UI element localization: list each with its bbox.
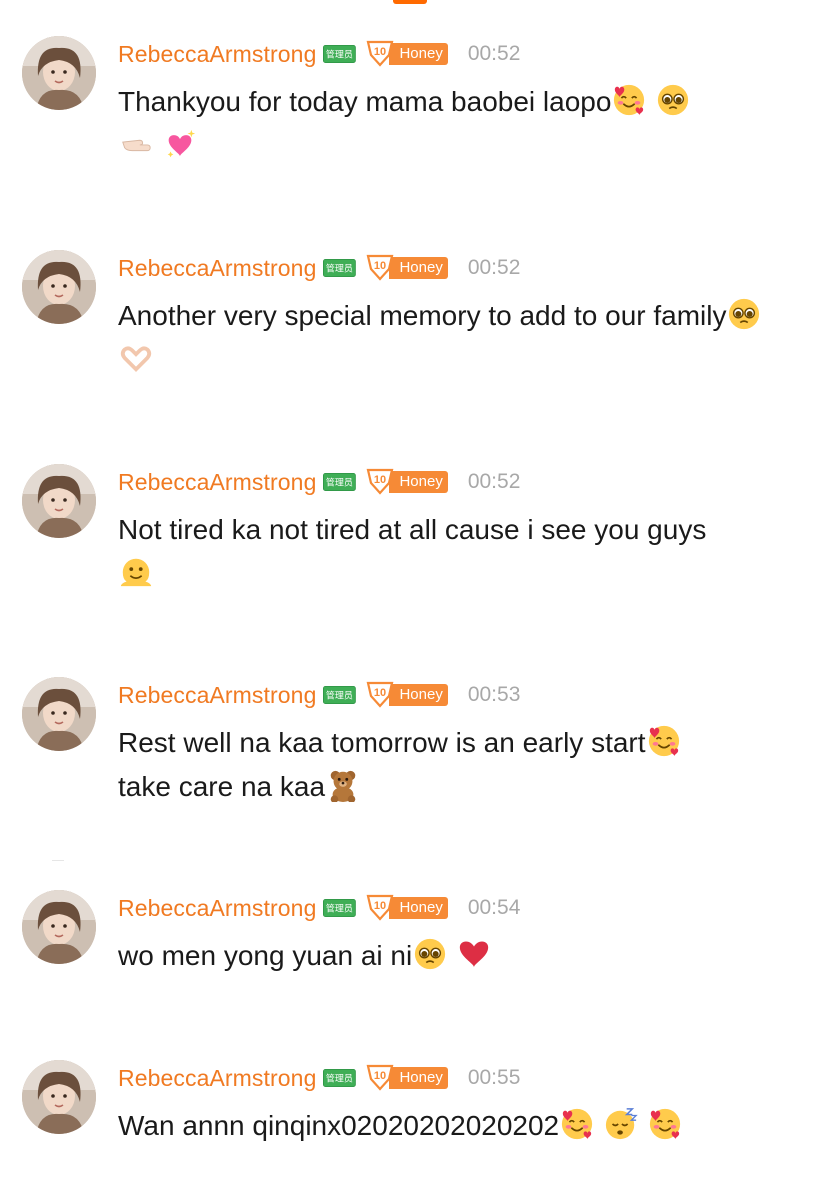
heart-hands-emoji-icon [120, 346, 152, 373]
message-header: RebeccaArmstrong 管理员 10 Honey 00:54 [118, 892, 520, 924]
admin-badge: 管理员 [323, 1068, 357, 1088]
message-text-content: take care na kaa [118, 771, 326, 802]
chat-message: RebeccaArmstrong 管理员 10 Honey 00:53 Rest… [0, 677, 822, 877]
avatar[interactable] [22, 677, 96, 751]
fan-level-badge: 10 Honey [365, 468, 448, 495]
smiling-face-with-hearts-emoji-icon [562, 1108, 593, 1140]
message-header: RebeccaArmstrong 管理员 10 Honey 00:52 [118, 252, 520, 284]
avatar[interactable] [22, 250, 96, 324]
chat-message: RebeccaArmstrong 管理员 10 Honey 00:52 Anot… [0, 250, 822, 450]
fan-level-number: 10 [374, 900, 386, 912]
fan-level-number: 10 [374, 46, 386, 58]
message-text-content: Thankyou for today mama baobei laopo [118, 86, 612, 117]
message-text-content: wo men yong yuan ai ni [118, 940, 413, 971]
smiling-face-with-hearts-emoji-icon [648, 725, 679, 757]
message-text: Not tired ka not tired at all cause i se… [118, 508, 788, 596]
timestamp: 00:54 [467, 896, 521, 919]
avatar[interactable] [22, 1060, 96, 1134]
fan-level-icon: 10 [367, 468, 394, 495]
pointing-hand-emoji-icon [122, 139, 151, 152]
fan-level-icon: 10 [367, 254, 394, 281]
chat-message-list: RebeccaArmstrong 管理员 10 Honey 00:52 Than… [0, 0, 822, 1200]
username[interactable]: RebeccaArmstrong [118, 682, 316, 709]
username[interactable]: RebeccaArmstrong [118, 895, 316, 922]
fan-level-icon: 10 [367, 894, 394, 921]
admin-badge: 管理员 [323, 472, 357, 492]
fan-level-badge: 10 Honey [365, 40, 448, 67]
timestamp: 00:52 [467, 256, 521, 279]
timestamp: 00:53 [467, 683, 521, 706]
chat-message: RebeccaArmstrong 管理员 10 Honey 00:52 Than… [0, 36, 822, 236]
divider [52, 860, 64, 861]
admin-badge: 管理员 [323, 44, 357, 64]
pleading-face-emoji-icon [658, 84, 689, 116]
sparkling-heart-emoji-icon [167, 129, 195, 158]
pleading-face-emoji-icon [729, 298, 760, 330]
username[interactable]: RebeccaArmstrong [118, 41, 316, 68]
fan-level-badge: 10 Honey [365, 681, 448, 708]
message-text-content: Another very special memory to add to ou… [118, 300, 727, 331]
admin-badge: 管理员 [323, 898, 357, 918]
message-text: Rest well na kaa tomorrow is an early st… [118, 721, 788, 809]
fan-label: Honey [389, 1067, 448, 1089]
fan-label: Honey [389, 471, 448, 493]
fan-level-badge: 10 Honey [365, 254, 448, 281]
fan-level-badge: 10 Honey [365, 894, 448, 921]
pleading-face-emoji-icon [415, 938, 446, 970]
fan-label: Honey [389, 897, 448, 919]
fan-level-number: 10 [374, 1070, 386, 1082]
melting-face-emoji-icon [120, 558, 152, 587]
fan-label: Honey [389, 43, 448, 65]
username[interactable]: RebeccaArmstrong [118, 1065, 316, 1092]
message-text: Wan annn qinqinx02020202020202 [118, 1104, 788, 1148]
message-text-content: Not tired ka not tired at all cause i se… [118, 514, 707, 545]
fan-level-icon: 10 [367, 681, 394, 708]
avatar[interactable] [22, 464, 96, 538]
smiling-face-with-hearts-emoji-icon [614, 84, 645, 116]
message-header: RebeccaArmstrong 管理员 10 Honey 00:52 [118, 38, 520, 70]
avatar[interactable] [22, 36, 96, 110]
avatar[interactable] [22, 890, 96, 964]
admin-badge: 管理员 [323, 685, 357, 705]
chat-message: RebeccaArmstrong 管理员 10 Honey 00:52 Not … [0, 464, 822, 664]
teddy-bear-emoji-icon [330, 770, 356, 802]
fan-label: Honey [389, 684, 448, 706]
message-text-content: Rest well na kaa tomorrow is an early st… [118, 727, 646, 758]
timestamp: 00:55 [467, 1066, 521, 1089]
timestamp: 00:52 [467, 42, 521, 65]
red-heart-emoji-icon [459, 941, 489, 968]
message-header: RebeccaArmstrong 管理员 10 Honey 00:53 [118, 679, 520, 711]
chat-message: RebeccaArmstrong 管理员 10 Honey 00:55 Wan … [0, 1060, 822, 1200]
fan-level-icon: 10 [367, 1064, 394, 1091]
fan-level-number: 10 [374, 474, 386, 486]
fan-level-icon: 10 [367, 40, 394, 67]
top-tab-indicator [393, 0, 427, 4]
message-text-content: Wan annn qinqinx02020202020202 [118, 1110, 560, 1141]
sleeping-face-emoji-icon [605, 1108, 638, 1140]
fan-level-number: 10 [374, 260, 386, 272]
message-header: RebeccaArmstrong 管理员 10 Honey 00:55 [118, 1062, 520, 1094]
message-text: Thankyou for today mama baobei laopo [118, 80, 788, 168]
fan-label: Honey [389, 257, 448, 279]
username[interactable]: RebeccaArmstrong [118, 469, 316, 496]
message-text: Another very special memory to add to ou… [118, 294, 788, 382]
message-header: RebeccaArmstrong 管理员 10 Honey 00:52 [118, 466, 520, 498]
fan-level-badge: 10 Honey [365, 1064, 448, 1091]
admin-badge: 管理员 [323, 258, 357, 278]
smiling-face-with-hearts-emoji-icon [649, 1108, 680, 1140]
username[interactable]: RebeccaArmstrong [118, 255, 316, 282]
fan-level-number: 10 [374, 687, 386, 699]
timestamp: 00:52 [467, 470, 521, 493]
message-text: wo men yong yuan ai ni [118, 934, 788, 978]
